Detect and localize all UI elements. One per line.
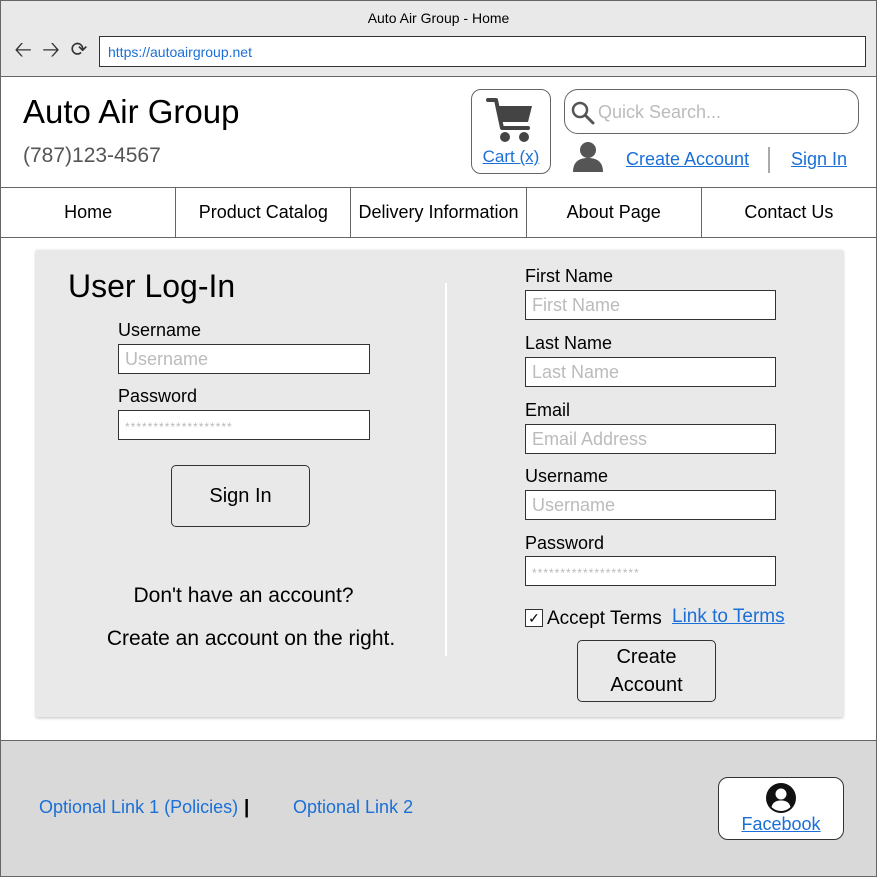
register-password-label: Password — [525, 533, 605, 553]
nav-item-delivery-information[interactable]: Delivery Information — [351, 188, 527, 237]
window-title: Auto Air Group - Home — [367, 10, 510, 26]
email-input[interactable] — [525, 424, 776, 454]
login-username-label: Username — [118, 320, 202, 340]
main-nav: Home Product Catalog Delivery Informatio… — [1, 187, 876, 238]
last-name-label: Last Name — [525, 333, 613, 353]
footer-link-2[interactable]: Optional Link 2 — [293, 797, 413, 818]
reload-icon[interactable]: ⟳ — [68, 39, 90, 61]
search-icon — [571, 101, 595, 125]
cart-button[interactable]: Cart (x) — [471, 89, 551, 174]
sign-in-button[interactable]: Sign In — [171, 465, 310, 527]
cart-icon — [486, 98, 532, 142]
create-account-button[interactable]: Create Account — [577, 640, 716, 702]
register-username-label: Username — [525, 466, 609, 486]
accept-terms-label: Accept Terms — [547, 608, 662, 629]
register-username-input[interactable] — [525, 490, 776, 520]
last-name-input[interactable] — [525, 357, 776, 387]
search-box[interactable] — [564, 89, 859, 134]
sign-in-link[interactable]: Sign In — [791, 149, 847, 170]
cart-label: Cart (x) — [482, 147, 540, 166]
search-input[interactable] — [598, 99, 848, 125]
login-username-input[interactable] — [118, 344, 370, 374]
first-name-label: First Name — [525, 266, 614, 286]
user-icon — [573, 142, 603, 172]
phone-number: (787)123-4567 — [23, 144, 161, 167]
login-title: User Log-In — [68, 268, 236, 304]
terms-link[interactable]: Link to Terms — [672, 606, 785, 628]
facebook-button[interactable]: Facebook — [718, 777, 844, 840]
panel-divider — [445, 283, 447, 656]
header-link-separator — [768, 147, 770, 173]
create-account-link[interactable]: Create Account — [626, 149, 749, 170]
nav-item-home[interactable]: Home — [1, 188, 177, 237]
address-bar[interactable]: https://autoairgroup.net — [99, 36, 866, 67]
browser-window: Auto Air Group - Home 🡠 🡢 ⟳ https://auto… — [0, 0, 877, 877]
facebook-label: Facebook — [741, 814, 821, 834]
first-name-input[interactable] — [525, 290, 776, 320]
site-title: Auto Air Group — [23, 93, 240, 130]
nav-item-contact-us[interactable]: Contact Us — [702, 188, 876, 237]
register-password-input[interactable] — [525, 556, 776, 586]
accept-terms-checkbox[interactable]: ✓ — [525, 609, 543, 627]
login-password-input[interactable] — [118, 410, 370, 440]
email-label: Email — [525, 400, 571, 420]
arrow-right-icon[interactable]: 🡢 — [40, 39, 62, 61]
footer-link-separator: | — [244, 797, 250, 818]
browser-titlebar: Auto Air Group - Home 🡠 🡢 ⟳ https://auto… — [1, 1, 876, 77]
account-circle-icon — [766, 783, 796, 813]
no-account-text: Don't have an account? — [133, 584, 354, 607]
footer-link-policies[interactable]: Optional Link 1 (Policies) — [39, 797, 238, 818]
nav-item-about-page[interactable]: About Page — [527, 188, 702, 237]
nav-item-product-catalog[interactable]: Product Catalog — [176, 188, 352, 237]
login-password-label: Password — [118, 386, 198, 406]
arrow-left-icon[interactable]: 🡠 — [12, 39, 34, 61]
create-hint-text: Create an account on the right. — [106, 627, 396, 650]
